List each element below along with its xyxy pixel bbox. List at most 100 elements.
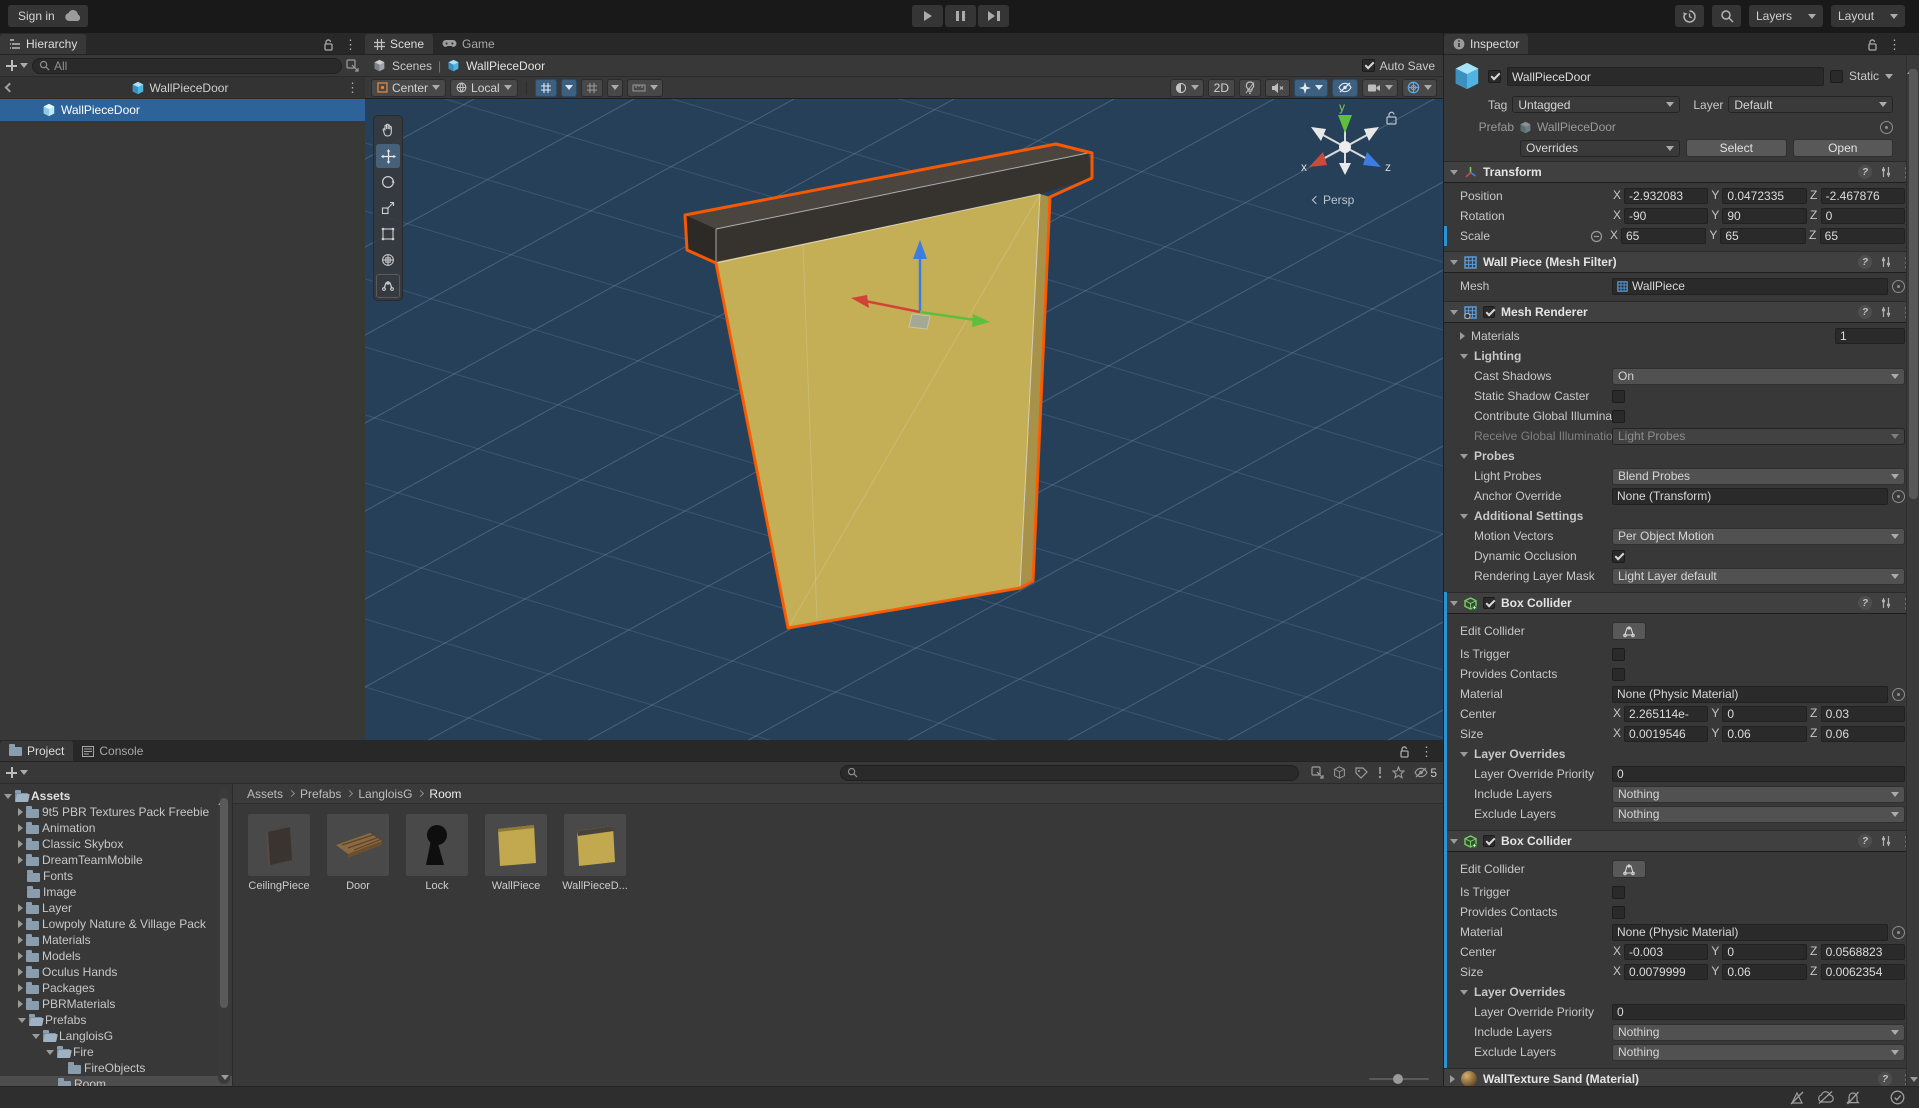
position-z-field[interactable]: -2.467876 [1821, 188, 1905, 204]
additional-settings-foldout[interactable]: Additional Settings [1444, 506, 1919, 526]
asset-ceilingpiece[interactable]: CeilingPiece [247, 814, 311, 892]
physic-material-field[interactable]: None (Physic Material) [1612, 924, 1888, 941]
perspective-label[interactable]: Persp [1313, 193, 1354, 207]
help-icon[interactable] [1858, 834, 1872, 848]
help-icon[interactable] [1858, 165, 1872, 179]
tree-item[interactable]: 9t5 PBR Textures Pack Freebie [0, 804, 232, 820]
sign-in-button[interactable]: Sign in [8, 5, 65, 27]
auto-save-checkbox[interactable] [1362, 59, 1375, 72]
layers-dropdown[interactable]: Layers [1749, 5, 1823, 27]
cloud-services-button[interactable] [58, 5, 88, 27]
center-x-field[interactable]: -0.003 [1624, 944, 1708, 960]
object-picker-icon[interactable] [1892, 490, 1905, 503]
scene-visibility-toggle[interactable] [1332, 79, 1358, 97]
layer-dropdown[interactable]: Default [1728, 96, 1893, 113]
presets-icon[interactable] [1880, 306, 1892, 318]
component-enabled-checkbox[interactable] [1483, 835, 1495, 847]
component-enabled-checkbox[interactable] [1483, 597, 1495, 609]
box-collider-header[interactable]: Box Collider [1444, 592, 1919, 614]
layer-overrides-foldout[interactable]: Layer Overrides [1444, 744, 1919, 764]
lighting-foldout[interactable]: Lighting [1444, 346, 1919, 366]
label-filter-icon[interactable] [1377, 766, 1383, 779]
tree-item[interactable]: PBRMaterials [0, 996, 232, 1012]
project-search-field[interactable] [840, 765, 1299, 781]
lock-icon[interactable] [1867, 39, 1878, 51]
tab-project[interactable]: Project [0, 741, 73, 761]
project-menu-kebab[interactable] [1420, 745, 1433, 758]
prefab-open-button[interactable]: Open [1793, 139, 1894, 157]
tab-game[interactable]: Game [433, 34, 504, 54]
help-icon[interactable] [1878, 1072, 1892, 1086]
scale-x-field[interactable]: 65 [1621, 228, 1706, 244]
rendering-layer-mask-dropdown[interactable]: Light Layer default [1612, 568, 1905, 585]
gameobject-name-field[interactable]: WallPieceDoor [1507, 67, 1824, 86]
view-orientation-gizmo[interactable]: y x z [1301, 100, 1396, 175]
help-icon[interactable] [1858, 305, 1872, 319]
package-filter-icon[interactable] [1333, 766, 1346, 779]
tree-item[interactable]: Prefabs [0, 1012, 232, 1028]
view-hand-tool[interactable] [376, 118, 400, 142]
scale-link-icon[interactable] [1590, 230, 1603, 243]
2d-toggle[interactable]: 2D [1208, 79, 1235, 97]
cloud-disabled-icon[interactable] [1817, 1091, 1834, 1104]
step-button[interactable] [978, 5, 1009, 27]
undo-history-button[interactable] [1675, 5, 1704, 27]
static-checkbox[interactable] [1830, 70, 1843, 83]
snap-increment-dropdown[interactable] [627, 79, 663, 97]
center-z-field[interactable]: 0.0568823 [1821, 944, 1905, 960]
effects-dropdown[interactable] [1294, 79, 1328, 97]
edit-collider-button[interactable] [1612, 622, 1646, 640]
provides-contacts-checkbox[interactable] [1612, 668, 1625, 681]
is-trigger-checkbox[interactable] [1612, 648, 1625, 661]
provides-contacts-checkbox[interactable] [1612, 906, 1625, 919]
snap-settings-dropdown[interactable] [607, 79, 623, 97]
tag-dropdown[interactable]: Untagged [1512, 96, 1680, 113]
pick-object-icon[interactable] [346, 59, 359, 72]
search-button[interactable] [1712, 5, 1741, 27]
background-tasks-icon[interactable] [1890, 1090, 1905, 1105]
center-z-field[interactable]: 0.03 [1821, 706, 1905, 722]
favorites-icon[interactable] [1392, 766, 1405, 779]
include-layers-dropdown[interactable]: Nothing [1612, 1024, 1905, 1041]
presets-icon[interactable] [1880, 597, 1892, 609]
asset-wallpiece[interactable]: WallPiece [484, 814, 548, 892]
tree-item[interactable]: Models [0, 948, 232, 964]
crumb-assets[interactable]: Assets [247, 787, 283, 801]
type-filter-icon[interactable] [1355, 766, 1368, 779]
scale-tool[interactable] [376, 196, 400, 220]
overrides-dropdown[interactable]: Overrides [1520, 140, 1680, 157]
tree-item[interactable]: FireObjects [0, 1060, 232, 1076]
scene-viewport[interactable]: y x z Persp [365, 99, 1443, 740]
tree-item[interactable]: Assets [0, 788, 232, 804]
help-icon[interactable] [1858, 255, 1872, 269]
inspector-menu-kebab[interactable] [1888, 38, 1901, 51]
asset-door[interactable]: Door [326, 814, 390, 892]
camera-settings-dropdown[interactable] [1362, 79, 1398, 97]
hierarchy-menu-kebab[interactable] [344, 38, 357, 51]
tree-item[interactable]: Image [0, 884, 232, 900]
mesh-object-field[interactable]: WallPiece [1612, 278, 1888, 295]
presets-icon[interactable] [1880, 835, 1892, 847]
tree-item[interactable]: Layer [0, 900, 232, 916]
presets-icon[interactable] [1880, 256, 1892, 268]
shading-mode-dropdown[interactable] [1170, 79, 1204, 97]
tab-console[interactable]: Console [73, 741, 152, 761]
priority-field[interactable]: 0 [1612, 1004, 1905, 1020]
edit-collider-button[interactable] [1612, 860, 1646, 878]
crumb-prefabs[interactable]: Prefabs [300, 787, 341, 801]
crumb-langloisg[interactable]: LangloisG [358, 787, 412, 801]
lock-icon[interactable] [1399, 746, 1410, 758]
meshrenderer-header[interactable]: Mesh Renderer [1444, 301, 1919, 323]
object-picker-icon[interactable] [1892, 688, 1905, 701]
help-icon[interactable] [1858, 596, 1872, 610]
meshfilter-header[interactable]: Wall Piece (Mesh Filter) [1444, 251, 1919, 273]
move-tool[interactable] [376, 144, 400, 168]
lock-icon[interactable] [323, 39, 334, 51]
tree-item-selected[interactable]: Room [0, 1076, 232, 1086]
tree-item[interactable]: Oculus Hands [0, 964, 232, 980]
layout-dropdown[interactable]: Layout [1831, 5, 1905, 27]
grid-visibility-toggle[interactable] [535, 79, 557, 97]
tree-item[interactable]: Packages [0, 980, 232, 996]
scale-y-field[interactable]: 65 [1720, 228, 1805, 244]
tab-hierarchy[interactable]: Hierarchy [0, 34, 86, 54]
